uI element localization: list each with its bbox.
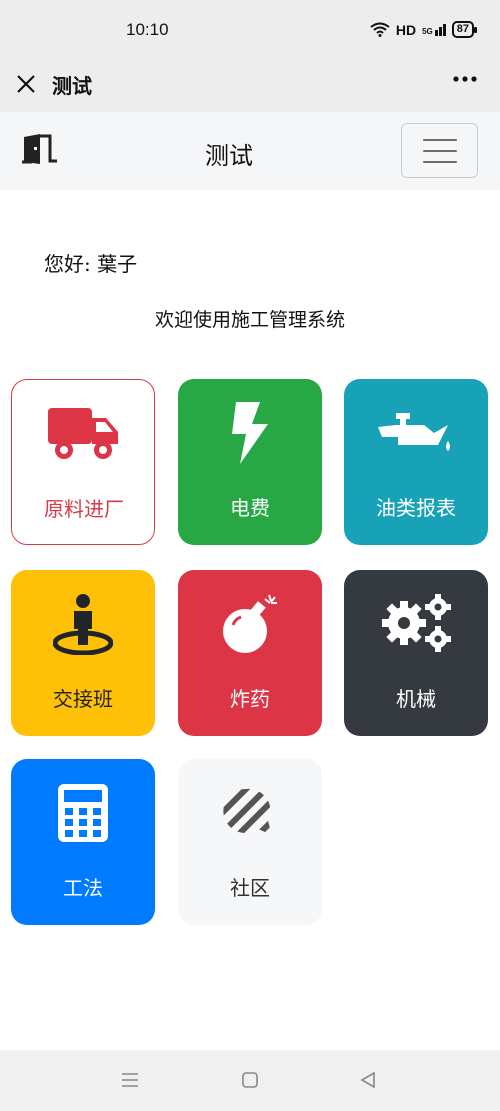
tile-community[interactable]: 社区 (178, 759, 322, 925)
tile-oil-report[interactable]: 油类报表 (344, 379, 488, 545)
hamburger-line (423, 150, 457, 152)
welcome-text: 欢迎使用施工管理系统 (154, 309, 345, 331)
tile-icon-wrap (11, 590, 155, 658)
tile-shift-handover[interactable]: 交接班 (11, 570, 155, 736)
tile-machinery[interactable]: 机械 (344, 570, 488, 736)
navbar: 测试 (0, 112, 500, 190)
tile-label: 机械 (396, 687, 436, 711)
truck-icon (48, 408, 118, 459)
tile-icon-wrap (344, 399, 488, 467)
hamburger-line (423, 161, 457, 163)
close-icon[interactable] (14, 72, 38, 96)
tile-label: 油类报表 (376, 496, 456, 520)
tile-explosives[interactable]: 炸药 (178, 570, 322, 736)
tile-label: 交接班 (53, 687, 113, 711)
tile-icon-wrap (12, 400, 156, 468)
network-label: HD (395, 21, 417, 38)
tile-icon-wrap (178, 399, 322, 467)
oil-can-icon (378, 413, 450, 451)
tile-construction-methods[interactable]: 工法 (11, 759, 155, 925)
tile-label: 炸药 (230, 687, 270, 711)
person-pin-icon (53, 594, 113, 655)
tile-icon-wrap (11, 779, 155, 847)
calculator-icon (58, 784, 108, 842)
user-name: 葉子 (97, 252, 138, 276)
status-icons: HD 5G 87 (370, 21, 478, 38)
more-icon[interactable] (452, 74, 478, 84)
hamburger-icon (423, 139, 457, 141)
wifi-icon (370, 22, 390, 37)
chat-bubble-icon (223, 788, 272, 836)
bomb-icon (223, 594, 277, 653)
tile-icon-wrap (178, 590, 322, 658)
tile-label: 工法 (63, 876, 103, 900)
bolt-icon (232, 402, 268, 464)
menu-toggle-button[interactable] (401, 123, 478, 178)
recent-apps-icon[interactable] (120, 1070, 140, 1090)
signal-icon: 5G (422, 23, 446, 36)
greeting-prefix: 您好: (44, 252, 91, 276)
top-bar: 测试 (0, 60, 500, 112)
status-bar: 10:10 HD 5G 87 (0, 0, 500, 60)
gears-icon (382, 594, 451, 652)
top-bar-title: 测试 (52, 74, 92, 98)
tile-label: 电费 (230, 496, 270, 520)
greeting: 您好: 葉子 (44, 248, 137, 277)
tile-label: 社区 (230, 876, 270, 900)
tile-icon-wrap (178, 779, 322, 847)
tile-label: 原料进厂 (44, 497, 124, 521)
tile-raw-materials[interactable]: 原料进厂 (11, 379, 155, 545)
tile-icon-wrap (344, 590, 488, 658)
signal-label: 5G (422, 26, 433, 36)
page-title: 测试 (205, 142, 253, 170)
back-icon[interactable] (358, 1070, 378, 1090)
status-time: 10:10 (126, 20, 169, 39)
system-nav-bar (0, 1050, 500, 1111)
battery-icon: 87 (451, 21, 478, 38)
home-icon[interactable] (240, 1070, 260, 1090)
tile-electricity[interactable]: 电费 (178, 379, 322, 545)
